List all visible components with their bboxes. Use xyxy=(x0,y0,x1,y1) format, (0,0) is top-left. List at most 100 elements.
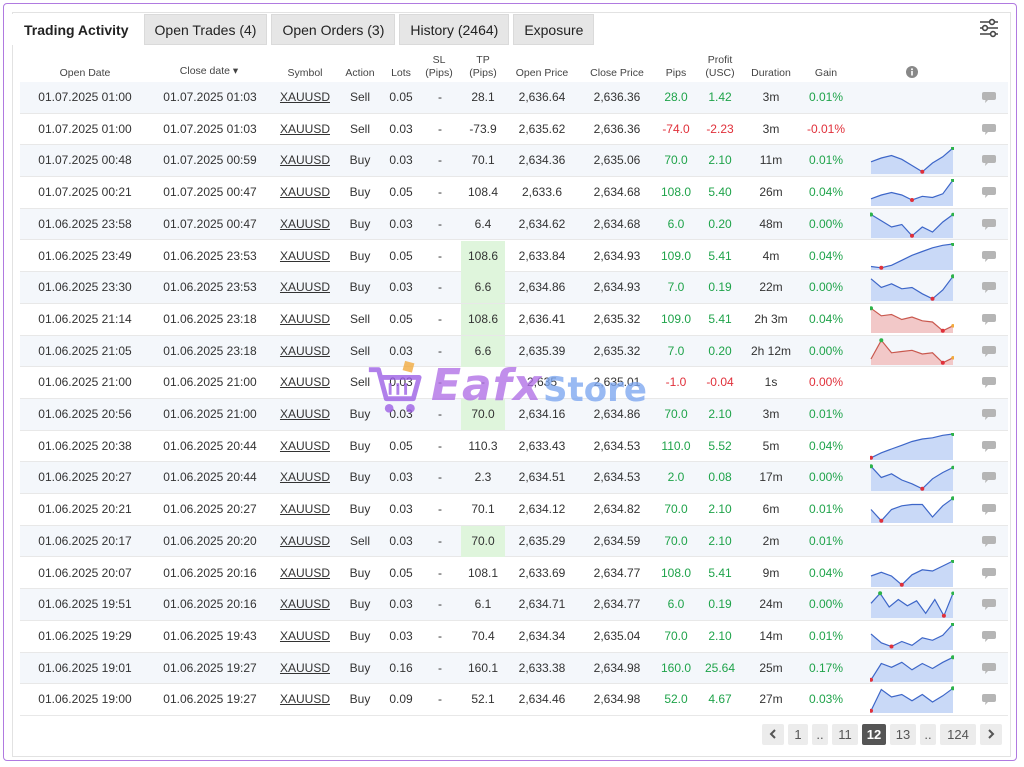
comment-icon[interactable] xyxy=(982,630,996,642)
cell-symbol[interactable]: XAUUSD xyxy=(278,621,332,652)
comment-icon[interactable] xyxy=(982,155,996,167)
comment-icon[interactable] xyxy=(982,345,996,357)
comment-icon[interactable] xyxy=(982,187,996,199)
cell-symbol[interactable]: XAUUSD xyxy=(278,494,332,525)
table-row[interactable]: 01.06.2025 20:56 01.06.2025 21:00 XAUUSD Bu… xyxy=(20,399,1008,431)
table-row[interactable]: 01.06.2025 20:17 01.06.2025 20:20 XAUUSD Se… xyxy=(20,525,1008,558)
col-close-date[interactable]: Close date ▾ xyxy=(172,65,246,78)
comment-icon[interactable] xyxy=(982,282,996,294)
cell-action: Buy xyxy=(349,438,371,453)
table-row[interactable]: 01.06.2025 23:30 01.06.2025 23:53 XAUUSD Bu… xyxy=(20,272,1008,304)
table-row[interactable]: 01.07.2025 00:21 01.07.2025 00:47 XAUUSD Bu… xyxy=(20,177,1008,209)
col-gain[interactable]: Gain xyxy=(808,67,844,80)
comment-icon[interactable] xyxy=(982,409,996,420)
cell-symbol[interactable]: XAUUSD xyxy=(278,114,332,145)
comment-icon[interactable] xyxy=(982,567,996,579)
cell-symbol[interactable]: XAUUSD xyxy=(278,399,332,430)
cell-symbol[interactable]: XAUUSD xyxy=(278,462,332,493)
comment-icon[interactable] xyxy=(982,250,996,262)
pagination-ellipsis: .. xyxy=(920,724,936,745)
cell-profit: 5.41 xyxy=(708,248,732,263)
cell-symbol[interactable]: XAUUSD xyxy=(278,209,332,240)
comment-icon[interactable] xyxy=(982,504,996,516)
tab-open-orders[interactable]: Open Orders (3) xyxy=(271,14,396,45)
cell-close-date: 01.07.2025 00:47 xyxy=(163,185,257,200)
cell-symbol[interactable]: XAUUSD xyxy=(278,336,332,367)
comment-icon[interactable] xyxy=(982,599,996,611)
col-duration[interactable]: Duration xyxy=(746,67,796,80)
tab-history[interactable]: History (2464) xyxy=(399,14,510,45)
comment-icon[interactable] xyxy=(982,313,996,325)
comment-icon[interactable] xyxy=(982,472,996,484)
col-sl[interactable]: SL (Pips) xyxy=(420,54,458,80)
pagination-page-12[interactable]: 12 xyxy=(862,724,886,745)
comment-icon[interactable] xyxy=(982,694,996,706)
table-row[interactable]: 01.06.2025 23:58 01.07.2025 00:47 XAUUSD Bu… xyxy=(20,208,1008,241)
cell-symbol[interactable]: XAUUSD xyxy=(278,304,332,335)
table-row[interactable]: 01.06.2025 19:00 01.06.2025 19:27 XAUUSD Bu… xyxy=(20,684,1008,716)
col-close-price[interactable]: Close Price xyxy=(586,67,648,80)
sparkline-min-dot xyxy=(910,198,914,203)
comment-icon[interactable] xyxy=(982,92,996,103)
comment-icon[interactable] xyxy=(982,377,996,389)
col-symbol[interactable]: Symbol xyxy=(278,67,332,80)
table-row[interactable]: 01.06.2025 19:01 01.06.2025 19:27 XAUUSD Bu… xyxy=(20,652,1008,685)
cell-symbol[interactable]: XAUUSD xyxy=(278,241,332,272)
pagination-page-1[interactable]: 1 xyxy=(788,724,808,745)
tab-open-trades[interactable]: Open Trades (4) xyxy=(143,14,268,45)
pagination-prev-button[interactable] xyxy=(762,724,784,745)
sliders-icon[interactable] xyxy=(978,17,1000,39)
pagination-page-124[interactable]: 124 xyxy=(940,724,976,745)
cell-symbol[interactable]: XAUUSD xyxy=(278,653,332,684)
col-tp[interactable]: TP (Pips) xyxy=(463,54,503,80)
table-row[interactable]: 01.06.2025 20:07 01.06.2025 20:16 XAUUSD Bu… xyxy=(20,558,1008,590)
table-row[interactable]: 01.06.2025 20:21 01.06.2025 20:27 XAUUSD Bu… xyxy=(20,494,1008,526)
comment-icon[interactable] xyxy=(982,662,996,674)
table-row[interactable]: 01.06.2025 23:49 01.06.2025 23:53 XAUUSD Bu… xyxy=(20,240,1008,273)
cell-close-price: 2,634.77 xyxy=(593,597,641,612)
cell-symbol[interactable]: XAUUSD xyxy=(278,558,332,589)
table-row[interactable]: 01.07.2025 01:00 01.07.2025 01:03 XAUUSD Se… xyxy=(20,82,1008,114)
comment-icon[interactable] xyxy=(982,218,996,230)
cell-gain: 0.00% xyxy=(808,343,844,358)
table-row[interactable]: 01.06.2025 20:38 01.06.2025 20:44 XAUUSD Bu… xyxy=(20,431,1008,463)
table-row[interactable]: 01.06.2025 19:51 01.06.2025 20:16 XAUUSD Bu… xyxy=(20,589,1008,621)
cell-action: Sell xyxy=(349,375,370,390)
cell-action: Sell xyxy=(349,121,370,136)
table-row[interactable]: 01.06.2025 21:05 01.06.2025 23:18 XAUUSD Se… xyxy=(20,335,1008,368)
table-row[interactable]: 01.06.2025 20:27 01.06.2025 20:44 XAUUSD Bu… xyxy=(20,462,1008,495)
cell-symbol[interactable]: XAUUSD xyxy=(278,526,332,557)
cell-symbol[interactable]: XAUUSD xyxy=(278,177,332,208)
info-icon[interactable] xyxy=(906,66,918,78)
comment-icon[interactable] xyxy=(982,535,996,547)
cell-gain: -0.01% xyxy=(806,121,846,136)
tab-exposure[interactable]: Exposure xyxy=(513,14,595,45)
cell-symbol[interactable]: XAUUSD xyxy=(278,145,332,176)
cell-open-price: 2,634.71 xyxy=(518,597,566,612)
cell-duration: 5m xyxy=(762,438,780,453)
col-open-price[interactable]: Open Price xyxy=(512,67,572,80)
table-row[interactable]: 01.06.2025 21:00 01.06.2025 21:00 XAUUSD Se… xyxy=(20,367,1008,399)
tab-trading-activity[interactable]: Trading Activity xyxy=(12,14,140,45)
cell-symbol[interactable]: XAUUSD xyxy=(278,272,332,303)
cell-symbol[interactable]: XAUUSD xyxy=(278,82,332,113)
comment-icon[interactable] xyxy=(982,123,996,135)
pagination-page-13[interactable]: 13 xyxy=(890,724,916,745)
col-open-date[interactable]: Open Date xyxy=(50,67,120,80)
cell-symbol[interactable]: XAUUSD xyxy=(278,589,332,620)
col-action[interactable]: Action xyxy=(340,67,380,80)
pagination-next-button[interactable] xyxy=(980,724,1002,745)
table-row[interactable]: 01.07.2025 01:00 01.07.2025 01:03 XAUUSD Se… xyxy=(20,114,1008,146)
table-row[interactable]: 01.07.2025 00:48 01.07.2025 00:59 XAUUSD Bu… xyxy=(20,145,1008,178)
cell-symbol[interactable]: XAUUSD xyxy=(278,431,332,462)
col-pips[interactable]: Pips xyxy=(660,67,692,80)
col-lots[interactable]: Lots xyxy=(384,67,418,80)
cell-symbol[interactable]: XAUUSD xyxy=(278,684,332,715)
cell-open-date: 01.06.2025 20:21 xyxy=(38,502,132,517)
table-row[interactable]: 01.06.2025 21:14 01.06.2025 23:18 XAUUSD Se… xyxy=(20,303,1008,336)
col-profit[interactable]: Profit (USC) xyxy=(700,54,740,80)
cell-symbol[interactable]: XAUUSD xyxy=(278,367,332,398)
table-row[interactable]: 01.06.2025 19:29 01.06.2025 19:43 XAUUSD Bu… xyxy=(20,621,1008,653)
pagination-page-11[interactable]: 11 xyxy=(832,724,858,745)
comment-icon[interactable] xyxy=(982,440,996,452)
